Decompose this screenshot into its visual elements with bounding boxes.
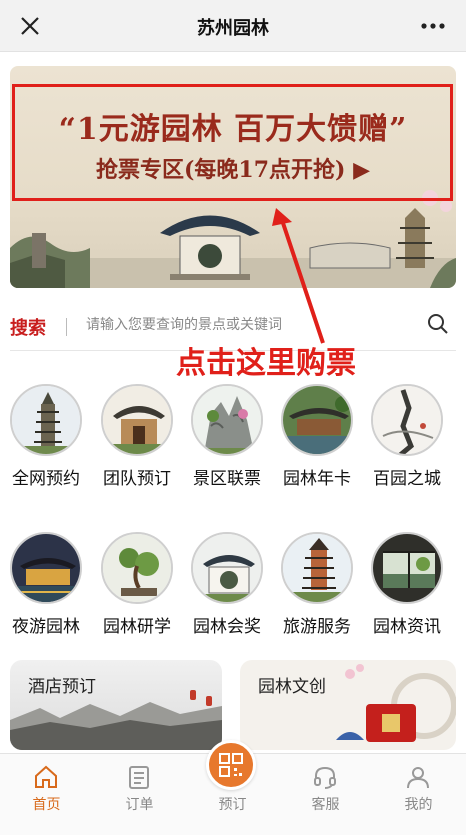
grid-item-garden-news[interactable]: 园林资讯	[361, 532, 453, 652]
headset-icon	[314, 766, 336, 789]
grid-item-group-booking[interactable]: 团队预订	[91, 384, 183, 504]
annotation-text: 点击这里购票	[176, 346, 356, 381]
promo-banner[interactable]: “1元游园林 百万大馈赠” 抢票专区(每晚17点开抢) ▶	[10, 66, 456, 288]
grid-item-joint-ticket[interactable]: 景区联票	[181, 384, 273, 504]
grid-label: 园林年卡	[283, 469, 351, 489]
search-divider	[66, 318, 67, 336]
tab-label: 订单	[125, 797, 154, 813]
grid-label: 夜游园林	[12, 617, 80, 637]
tab-customer-service[interactable]: 客服	[279, 754, 372, 835]
grid-label: 全网预约	[12, 469, 80, 489]
grid-label: 旅游服务	[283, 617, 351, 637]
grid-item-incentive[interactable]: 园林会奖	[181, 532, 273, 652]
tab-orders[interactable]: 订单	[93, 754, 186, 835]
grid-label: 园林会奖	[193, 617, 261, 637]
qr-code-icon	[219, 753, 243, 777]
moon-gate-icon	[191, 532, 263, 604]
grid-label: 景区联票	[193, 469, 261, 489]
tab-label: 首页	[32, 797, 61, 813]
grid-item-night-tour[interactable]: 夜游园林	[0, 532, 92, 652]
tab-label: 我的	[404, 797, 433, 813]
pagoda-icon	[10, 384, 82, 456]
grid-label: 团队预订	[103, 469, 171, 489]
search-label: 搜索	[10, 318, 46, 339]
garden-pavilion-illustration	[10, 190, 456, 288]
promo-headline: “1元游园林 百万大馈赠”	[58, 112, 408, 147]
garden-pond-icon	[281, 384, 353, 456]
night-garden-icon	[10, 532, 82, 604]
grid-item-online-booking[interactable]: 全网预约	[0, 384, 92, 504]
tab-profile[interactable]: 我的	[372, 754, 465, 835]
hotel-card-title: 酒店预订	[28, 677, 96, 697]
grid-label: 园林研学	[103, 617, 171, 637]
grid-label: 园林资讯	[373, 617, 441, 637]
pavilion-icon	[101, 384, 173, 456]
page-title: 苏州园林	[197, 18, 269, 39]
grid-item-annual-pass[interactable]: 园林年卡	[271, 384, 363, 504]
grid-item-study-tour[interactable]: 园林研学	[91, 532, 183, 652]
ink-painting-icon	[371, 384, 443, 456]
annotation-arrow-icon	[272, 208, 325, 344]
more-icon[interactable]	[418, 12, 448, 40]
rockery-icon	[191, 384, 263, 456]
promo-subline[interactable]: 抢票专区(每晚17点开抢) ▶	[10, 152, 456, 184]
bonsai-icon	[101, 532, 173, 604]
grid-label: 百园之城	[373, 469, 441, 489]
culture-card-title: 园林文创	[258, 677, 326, 697]
grid-item-city-of-gardens[interactable]: 百园之城	[361, 384, 453, 504]
tab-booking[interactable]: 预订	[186, 740, 279, 835]
hotel-booking-card[interactable]: 酒店预订	[10, 660, 222, 750]
home-icon	[35, 765, 57, 788]
tab-home[interactable]: 首页	[0, 754, 93, 835]
search-input[interactable]	[86, 312, 416, 338]
search-icon[interactable]	[426, 312, 450, 336]
tab-label: 客服	[311, 797, 340, 813]
user-icon	[407, 767, 429, 789]
bottom-tab-bar: 首页 订单 预订 客服 我的	[0, 740, 466, 835]
grid-item-travel-service[interactable]: 旅游服务	[271, 532, 363, 652]
cultural-products-card[interactable]: 园林文创	[240, 660, 456, 750]
tab-label: 预订	[218, 797, 247, 813]
booking-badge	[206, 740, 256, 790]
temple-tower-icon	[281, 532, 353, 604]
top-navbar: 苏州园林	[0, 0, 466, 52]
garden-window-icon	[371, 532, 443, 604]
order-icon	[129, 766, 149, 789]
